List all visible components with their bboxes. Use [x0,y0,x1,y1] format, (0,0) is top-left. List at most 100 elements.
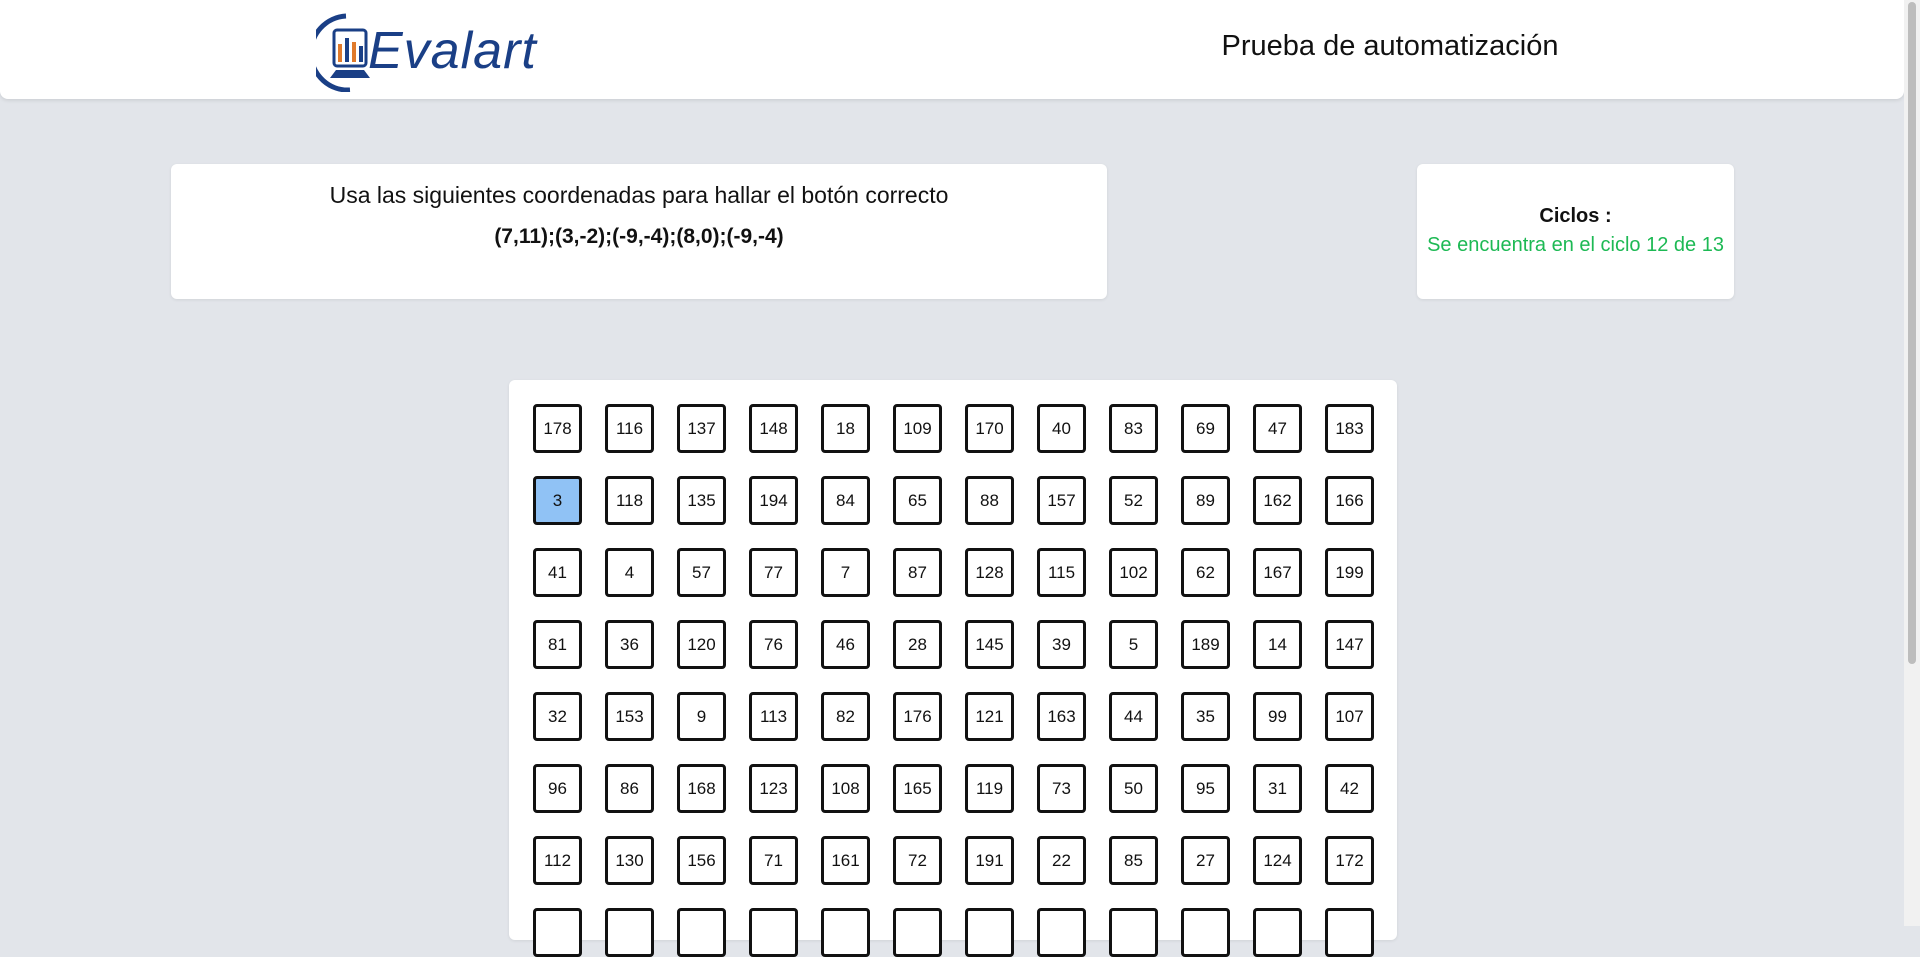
grid-button[interactable]: 120 [677,620,726,669]
grid-button[interactable]: 153 [605,692,654,741]
grid-button[interactable]: 4 [605,548,654,597]
grid-button[interactable]: 145 [965,620,1014,669]
grid-button[interactable]: 88 [965,476,1014,525]
grid-button[interactable]: 168 [677,764,726,813]
grid-button[interactable]: 9 [677,692,726,741]
grid-button[interactable]: 96 [533,764,582,813]
grid-button[interactable]: 81 [533,620,582,669]
grid-button[interactable]: 46 [821,620,870,669]
grid-button[interactable]: 31 [1253,764,1302,813]
grid-button[interactable]: 162 [1253,476,1302,525]
grid-button[interactable] [677,908,726,957]
grid-button[interactable]: 165 [893,764,942,813]
grid-button[interactable]: 40 [1037,404,1086,453]
grid-button[interactable]: 170 [965,404,1014,453]
grid-button[interactable]: 3 [533,476,582,525]
grid-button[interactable]: 128 [965,548,1014,597]
grid-button[interactable]: 113 [749,692,798,741]
grid-button[interactable]: 191 [965,836,1014,885]
grid-button[interactable]: 62 [1181,548,1230,597]
grid-button[interactable]: 57 [677,548,726,597]
grid-button[interactable]: 18 [821,404,870,453]
grid-button[interactable] [965,908,1014,957]
grid-button[interactable]: 5 [1109,620,1158,669]
grid-button[interactable]: 89 [1181,476,1230,525]
grid-button[interactable]: 84 [821,476,870,525]
grid-button[interactable] [1037,908,1086,957]
page-scrollbar[interactable] [1904,0,1920,926]
grid-button[interactable]: 50 [1109,764,1158,813]
grid-button[interactable]: 35 [1181,692,1230,741]
grid-button[interactable]: 71 [749,836,798,885]
grid-button[interactable]: 102 [1109,548,1158,597]
grid-button[interactable]: 32 [533,692,582,741]
grid-button[interactable]: 73 [1037,764,1086,813]
grid-button[interactable] [893,908,942,957]
grid-button[interactable] [1325,908,1374,957]
grid-button[interactable] [821,908,870,957]
grid-button[interactable]: 147 [1325,620,1374,669]
grid-button[interactable]: 189 [1181,620,1230,669]
grid-button[interactable]: 14 [1253,620,1302,669]
grid-button[interactable]: 135 [677,476,726,525]
grid-button[interactable]: 41 [533,548,582,597]
coordinates-text: (7,11);(3,-2);(-9,-4);(8,0);(-9,-4) [494,225,784,248]
grid-button[interactable]: 199 [1325,548,1374,597]
grid-button[interactable]: 112 [533,836,582,885]
grid-button[interactable]: 47 [1253,404,1302,453]
grid-button[interactable]: 76 [749,620,798,669]
grid-button[interactable]: 85 [1109,836,1158,885]
grid-button[interactable]: 119 [965,764,1014,813]
scrollbar-thumb[interactable] [1908,2,1916,664]
evalart-logo[interactable]: Evalart [308,10,537,93]
grid-button[interactable]: 87 [893,548,942,597]
grid-button[interactable]: 115 [1037,548,1086,597]
grid-button[interactable]: 137 [677,404,726,453]
grid-button[interactable]: 39 [1037,620,1086,669]
grid-button[interactable]: 82 [821,692,870,741]
grid-button[interactable]: 116 [605,404,654,453]
grid-button[interactable]: 118 [605,476,654,525]
grid-button[interactable]: 36 [605,620,654,669]
grid-button[interactable]: 95 [1181,764,1230,813]
grid-button[interactable]: 77 [749,548,798,597]
grid-button[interactable] [1181,908,1230,957]
grid-button[interactable]: 44 [1109,692,1158,741]
grid-button[interactable]: 109 [893,404,942,453]
grid-button[interactable]: 148 [749,404,798,453]
grid-button[interactable]: 166 [1325,476,1374,525]
grid-button[interactable]: 7 [821,548,870,597]
grid-button[interactable]: 99 [1253,692,1302,741]
grid-button[interactable] [1109,908,1158,957]
grid-button[interactable]: 130 [605,836,654,885]
grid-button[interactable]: 157 [1037,476,1086,525]
grid-button[interactable]: 178 [533,404,582,453]
grid-button[interactable]: 22 [1037,836,1086,885]
grid-button[interactable]: 176 [893,692,942,741]
grid-button[interactable]: 27 [1181,836,1230,885]
grid-button[interactable]: 72 [893,836,942,885]
grid-button[interactable]: 183 [1325,404,1374,453]
grid-button[interactable]: 121 [965,692,1014,741]
grid-button[interactable]: 161 [821,836,870,885]
grid-button[interactable]: 194 [749,476,798,525]
grid-button[interactable]: 156 [677,836,726,885]
grid-button[interactable]: 123 [749,764,798,813]
grid-button[interactable]: 86 [605,764,654,813]
grid-button[interactable] [1253,908,1302,957]
grid-button[interactable]: 69 [1181,404,1230,453]
grid-button[interactable]: 107 [1325,692,1374,741]
grid-button[interactable]: 108 [821,764,870,813]
grid-button[interactable] [533,908,582,957]
grid-button[interactable]: 65 [893,476,942,525]
grid-button[interactable]: 124 [1253,836,1302,885]
grid-button[interactable] [605,908,654,957]
grid-button[interactable]: 163 [1037,692,1086,741]
grid-button[interactable]: 28 [893,620,942,669]
grid-button[interactable]: 167 [1253,548,1302,597]
grid-button[interactable] [749,908,798,957]
grid-button[interactable]: 52 [1109,476,1158,525]
grid-button[interactable]: 83 [1109,404,1158,453]
grid-button[interactable]: 172 [1325,836,1374,885]
grid-button[interactable]: 42 [1325,764,1374,813]
